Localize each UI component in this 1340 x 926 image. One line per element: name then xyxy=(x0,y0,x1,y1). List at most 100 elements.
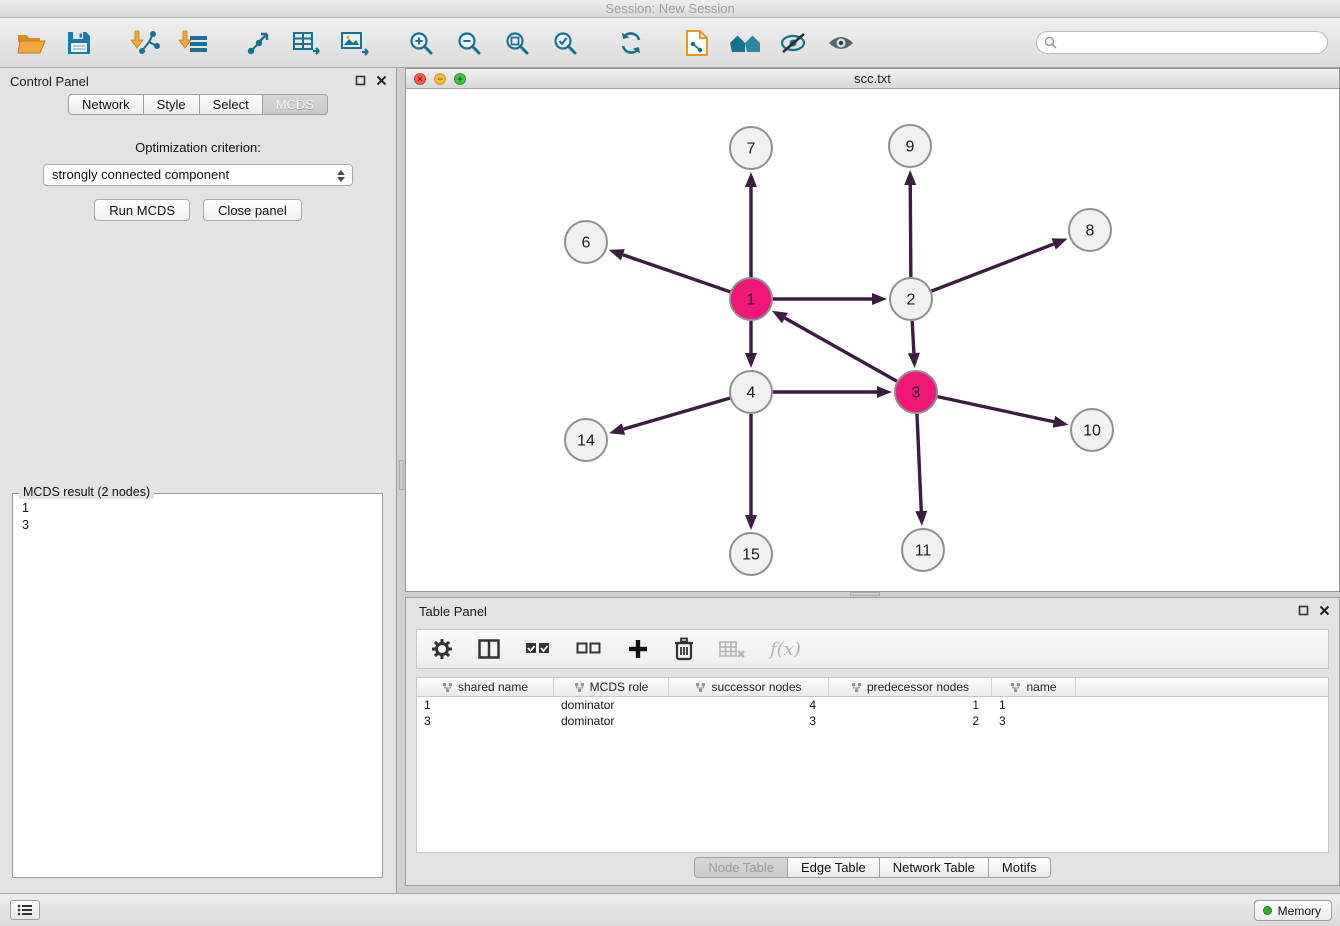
export-table-button[interactable] xyxy=(288,24,326,62)
minimize-window-button[interactable]: − xyxy=(434,73,446,85)
graph-edge-2-3[interactable] xyxy=(912,321,914,353)
graph-edge-2-8[interactable] xyxy=(932,244,1054,291)
tab-select[interactable]: Select xyxy=(199,94,263,115)
graph-edge-2-9[interactable] xyxy=(910,185,911,277)
graph-node-14[interactable]: 14 xyxy=(565,419,607,461)
table-tab-network-table[interactable]: Network Table xyxy=(879,857,989,878)
graph-node-4[interactable]: 4 xyxy=(730,371,772,413)
table-cell[interactable]: 1 xyxy=(417,697,554,713)
zoom-selected-button[interactable] xyxy=(546,24,584,62)
delete-column-button[interactable] xyxy=(674,637,694,661)
float-table-panel-icon[interactable] xyxy=(1298,605,1309,616)
graph-node-7[interactable]: 7 xyxy=(730,127,772,169)
close-window-button[interactable]: × xyxy=(414,73,426,85)
open-file-button[interactable] xyxy=(12,24,50,62)
home-button[interactable] xyxy=(726,24,764,62)
table-settings-button[interactable] xyxy=(431,638,453,660)
network-canvas[interactable]: 7 9 6 8 1 2 4 3 14 10 15 11 xyxy=(406,89,1339,591)
table-cell[interactable]: 4 xyxy=(669,697,829,713)
graph-edge-arrow xyxy=(877,386,892,398)
export-image-icon xyxy=(340,29,370,57)
column-header-successor-nodes[interactable]: successor nodes xyxy=(669,678,829,696)
visual-properties-button[interactable] xyxy=(774,24,812,62)
table-cell[interactable]: 3 xyxy=(417,713,554,729)
tab-style[interactable]: Style xyxy=(143,94,200,115)
column-header-MCDS-role[interactable]: MCDS role xyxy=(554,678,669,696)
svg-text:14: 14 xyxy=(577,433,595,450)
maximize-window-button[interactable]: + xyxy=(454,73,466,85)
graph-edge-3-10[interactable] xyxy=(938,397,1054,422)
show-details-button[interactable] xyxy=(822,24,860,62)
unselect-all-columns-button[interactable] xyxy=(576,639,602,659)
table-cell[interactable]: dominator xyxy=(554,697,669,713)
graph-node-6[interactable]: 6 xyxy=(565,221,607,263)
zoom-out-button[interactable] xyxy=(450,24,488,62)
show-columns-button[interactable] xyxy=(478,639,500,659)
table-row-1[interactable]: 1dominator411 xyxy=(417,697,1328,713)
import-network-button[interactable] xyxy=(126,24,164,62)
splitter-grip-vertical[interactable] xyxy=(399,460,404,490)
export-image-button[interactable] xyxy=(336,24,374,62)
table-cell[interactable]: 3 xyxy=(992,713,1076,729)
import-network-icon xyxy=(130,29,160,57)
table-cell[interactable]: 1 xyxy=(992,697,1076,713)
graph-node-3[interactable]: 3 xyxy=(895,371,937,413)
svg-text:15: 15 xyxy=(742,547,760,564)
table-tab-node-table[interactable]: Node Table xyxy=(694,857,788,878)
search-input[interactable] xyxy=(1062,36,1320,50)
import-database-button[interactable] xyxy=(678,24,716,62)
zoom-fit-button[interactable] xyxy=(498,24,536,62)
graph-node-1[interactable]: 1 xyxy=(730,278,772,320)
graph-node-11[interactable]: 11 xyxy=(902,529,944,571)
export-network-icon xyxy=(245,29,273,57)
float-panel-icon[interactable] xyxy=(355,75,366,86)
close-panel-button[interactable]: Close panel xyxy=(203,199,302,221)
graph-node-10[interactable]: 10 xyxy=(1071,409,1113,451)
graph-node-9[interactable]: 9 xyxy=(889,125,931,167)
graph-edge-3-1[interactable] xyxy=(785,318,897,381)
import-table-button[interactable] xyxy=(174,24,212,62)
table-cell[interactable]: 3 xyxy=(669,713,829,729)
home-icon xyxy=(729,31,761,55)
svg-text:10: 10 xyxy=(1083,423,1101,440)
mcds-result-line: 3 xyxy=(22,517,373,534)
close-panel-icon[interactable] xyxy=(376,75,387,86)
column-header-shared-name[interactable]: shared name xyxy=(417,678,554,696)
column-type-icon xyxy=(442,682,453,693)
column-header-name[interactable]: name xyxy=(992,678,1076,696)
zoom-in-button[interactable] xyxy=(402,24,440,62)
task-history-button[interactable] xyxy=(10,900,40,920)
memory-button[interactable]: Memory xyxy=(1254,900,1332,921)
graph-edge-4-14[interactable] xyxy=(623,398,729,429)
eye-icon xyxy=(827,33,855,53)
column-type-icon xyxy=(695,682,706,693)
graph-edge-3-11[interactable] xyxy=(917,414,921,511)
table-cell[interactable]: 1 xyxy=(829,697,992,713)
table-row-2[interactable]: 3dominator323 xyxy=(417,713,1328,729)
tab-mcds[interactable]: MCDS xyxy=(262,94,328,115)
refresh-button[interactable] xyxy=(612,24,650,62)
select-all-columns-button[interactable] xyxy=(525,639,551,659)
graph-node-15[interactable]: 15 xyxy=(730,533,772,575)
run-mcds-button[interactable]: Run MCDS xyxy=(94,199,190,221)
table-cell[interactable]: dominator xyxy=(554,713,669,729)
network-window-titlebar: × − + scc.txt xyxy=(406,69,1339,89)
splitter-grip-horizontal[interactable] xyxy=(850,592,880,596)
close-table-panel-icon[interactable] xyxy=(1319,605,1330,616)
table-toolbar: f(x) xyxy=(416,629,1329,669)
save-button[interactable] xyxy=(60,24,98,62)
create-column-button[interactable] xyxy=(627,638,649,660)
tab-network[interactable]: Network xyxy=(68,94,144,115)
graph-node-8[interactable]: 8 xyxy=(1069,209,1111,251)
table-tab-edge-table[interactable]: Edge Table xyxy=(787,857,880,878)
export-network-button[interactable] xyxy=(240,24,278,62)
column-header-predecessor-nodes[interactable]: predecessor nodes xyxy=(829,678,992,696)
optimization-criterion-dropdown[interactable]: strongly connected component xyxy=(43,164,353,186)
zoom-out-icon xyxy=(456,30,482,56)
table-panel-header: Table Panel xyxy=(406,598,1339,624)
graph-node-2[interactable]: 2 xyxy=(890,278,932,320)
graph-edge-1-6[interactable] xyxy=(623,255,730,292)
main-toolbar xyxy=(0,18,1340,68)
table-tab-motifs[interactable]: Motifs xyxy=(988,857,1051,878)
table-cell[interactable]: 2 xyxy=(829,713,992,729)
